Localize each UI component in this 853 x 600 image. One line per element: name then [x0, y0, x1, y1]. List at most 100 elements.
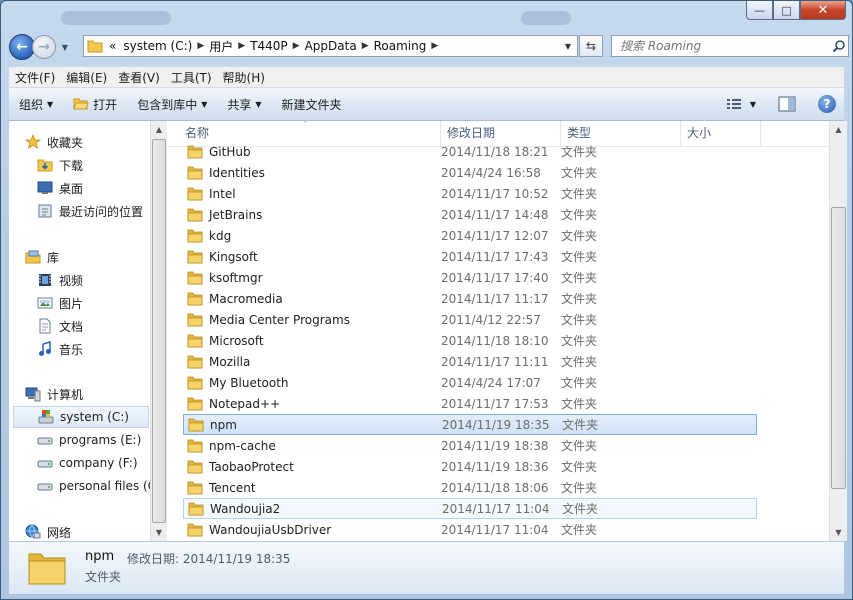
view-options-icon[interactable] [726, 97, 742, 111]
sidebar-computer[interactable]: 计算机 [25, 383, 83, 405]
search-icon[interactable] [830, 39, 848, 53]
close-button[interactable]: ✕ [800, 1, 846, 20]
file-row[interactable]: Media Center Programs 2011/4/12 22:57 文件夹 [183, 309, 757, 330]
sidebar-item-company-f[interactable]: company (F:) [37, 452, 138, 474]
breadcrumb-appdata[interactable]: AppData [300, 39, 362, 53]
scrollbar-thumb[interactable] [831, 207, 846, 489]
file-row[interactable]: Identities 2014/4/24 16:58 文件夹 [183, 162, 757, 183]
file-modified: 2014/11/18 18:21 [441, 144, 549, 159]
folder-icon [187, 376, 203, 389]
breadcrumb-separator-icon[interactable]: ▶ [293, 41, 300, 51]
search-box[interactable] [611, 35, 849, 57]
sidebar-item-recent-places[interactable]: 最近访问的位置 [37, 200, 143, 222]
sidebar-item-desktop[interactable]: 桌面 [37, 177, 83, 199]
file-row[interactable]: Notepad++ 2014/11/17 17:53 文件夹 [183, 393, 757, 414]
sidebar-item-label: programs (E:) [59, 433, 142, 447]
folder-icon [187, 439, 203, 452]
scroll-down-icon[interactable]: ▼ [830, 524, 847, 541]
breadcrumb-separator-icon[interactable]: ▶ [238, 41, 245, 51]
file-row[interactable]: JetBrains 2014/11/17 14:48 文件夹 [183, 204, 757, 225]
sidebar-item-music[interactable]: 音乐 [37, 338, 83, 360]
scroll-down-icon[interactable]: ▼ [151, 524, 167, 541]
breadcrumb-users[interactable]: 用户 [204, 38, 238, 55]
folder-icon [187, 313, 203, 326]
sidebar-item-label: personal files (G:) [59, 479, 150, 493]
sidebar-item-system-c[interactable]: system (C:) [13, 406, 149, 428]
breadcrumb-separator-icon[interactable]: ▶ [197, 41, 204, 51]
file-row[interactable]: My Bluetooth 2014/4/24 17:07 文件夹 [183, 372, 757, 393]
file-row[interactable]: Intel 2014/11/17 10:52 文件夹 [183, 183, 757, 204]
navigation-bar: ← → ▼ « system (C:) ▶ 用户 ▶ T440P ▶ AppDa… [9, 32, 849, 62]
title-bar[interactable] [1, 1, 852, 35]
file-row[interactable]: Kingsoft 2014/11/17 17:43 文件夹 [183, 246, 757, 267]
menu-tools[interactable]: 工具(T) [165, 69, 217, 86]
file-list-scrollbar[interactable]: ▲ ▼ [829, 121, 847, 541]
menu-help[interactable]: 帮助(H) [217, 69, 270, 86]
file-name-cell: kdg [183, 229, 441, 243]
file-row[interactable]: npm 2014/11/19 18:35 文件夹 [183, 414, 757, 435]
recent-pages-dropdown[interactable]: ▼ [58, 43, 72, 52]
file-row[interactable]: Microsoft 2014/11/18 18:10 文件夹 [183, 330, 757, 351]
menu-edit[interactable]: 编辑(E) [60, 69, 112, 86]
share-button[interactable]: 共享 ▼ [217, 96, 271, 113]
search-input[interactable] [612, 38, 830, 54]
sidebar-item-videos[interactable]: 视频 [37, 269, 83, 291]
large-folder-icon [28, 553, 66, 585]
file-row[interactable]: npm-cache 2014/11/19 18:38 文件夹 [183, 435, 757, 456]
file-name-cell: ksoftmgr [183, 271, 441, 285]
breadcrumb-system-c[interactable]: system (C:) [118, 39, 197, 53]
file-name-cell: Intel [183, 187, 441, 201]
chevron-down-icon: ▼ [255, 99, 262, 109]
folder-icon [187, 460, 203, 473]
menu-view[interactable]: 查看(V) [112, 69, 165, 86]
sidebar-item-downloads[interactable]: 下载 [37, 154, 83, 176]
organize-button[interactable]: 组织 ▼ [9, 96, 63, 113]
new-folder-button[interactable]: 新建文件夹 [272, 96, 352, 113]
file-row[interactable]: Macromedia 2014/11/17 11:17 文件夹 [183, 288, 757, 309]
breadcrumb-separator-icon[interactable]: ▶ [431, 41, 438, 51]
address-dropdown-icon[interactable]: ▼ [559, 42, 577, 51]
file-row[interactable]: Tencent 2014/11/18 18:06 文件夹 [183, 477, 757, 498]
breadcrumb-overflow[interactable]: « [107, 39, 118, 53]
file-row[interactable]: ksoftmgr 2014/11/17 17:40 文件夹 [183, 267, 757, 288]
help-icon[interactable]: ? [818, 95, 836, 113]
breadcrumb-separator-icon[interactable]: ▶ [362, 41, 369, 51]
minimize-button[interactable]: — [746, 1, 773, 20]
sidebar-libraries[interactable]: 库 [25, 246, 59, 268]
sidebar-item-documents[interactable]: 文档 [37, 315, 83, 337]
scroll-up-icon[interactable]: ▲ [830, 121, 847, 138]
view-options-dropdown-icon[interactable]: ▼ [750, 100, 756, 109]
sidebar-item-programs-e[interactable]: programs (E:) [37, 429, 141, 451]
scrollbar-thumb[interactable] [152, 139, 166, 523]
file-row[interactable]: Wandoujia2 2014/11/17 11:04 文件夹 [183, 498, 757, 519]
include-in-library-button[interactable]: 包含到库中 ▼ [127, 96, 217, 113]
file-row[interactable]: WandoujiaUsbDriver 2014/11/17 11:04 文件夹 [183, 519, 757, 540]
scroll-up-icon[interactable]: ▲ [151, 121, 167, 138]
sidebar-favorites[interactable]: 收藏夹 [25, 131, 83, 153]
file-row[interactable]: GitHub 2014/11/18 18:21 文件夹 [183, 141, 757, 162]
breadcrumb-t440p[interactable]: T440P [245, 39, 292, 53]
file-row[interactable]: Mozilla 2014/11/17 11:11 文件夹 [183, 351, 757, 372]
file-name: ksoftmgr [209, 270, 263, 285]
file-modified: 2014/11/17 10:52 [441, 186, 549, 201]
file-type: 文件夹 [561, 250, 598, 264]
navigation-pane-scrollbar[interactable]: ▲ ▼ [150, 121, 167, 541]
file-row[interactable]: TaobaoProtect 2014/11/19 18:36 文件夹 [183, 456, 757, 477]
sidebar-network[interactable]: 网络 [25, 521, 71, 541]
file-name: Kingsoft [209, 249, 258, 264]
refresh-button[interactable]: ⇆ [579, 35, 603, 57]
open-button[interactable]: 打开 [63, 96, 127, 113]
file-row[interactable]: kdg 2014/11/17 12:07 文件夹 [183, 225, 757, 246]
preview-pane-icon[interactable] [778, 96, 796, 112]
menu-file[interactable]: 文件(F) [9, 69, 60, 86]
file-name-cell: WandoujiaUsbDriver [183, 523, 441, 537]
address-bar[interactable]: « system (C:) ▶ 用户 ▶ T440P ▶ AppData ▶ R… [83, 35, 578, 57]
forward-button[interactable]: → [32, 35, 56, 59]
breadcrumb-roaming[interactable]: Roaming [369, 39, 432, 53]
column-type-label: 类型 [567, 126, 592, 140]
maximize-button[interactable]: □ [773, 1, 800, 20]
sidebar-item-pictures[interactable]: 图片 [37, 292, 83, 314]
file-name-cell: Tencent [183, 481, 441, 495]
file-name: TaobaoProtect [209, 459, 294, 474]
sidebar-item-personal-files-g[interactable]: personal files (G:) [37, 475, 150, 497]
